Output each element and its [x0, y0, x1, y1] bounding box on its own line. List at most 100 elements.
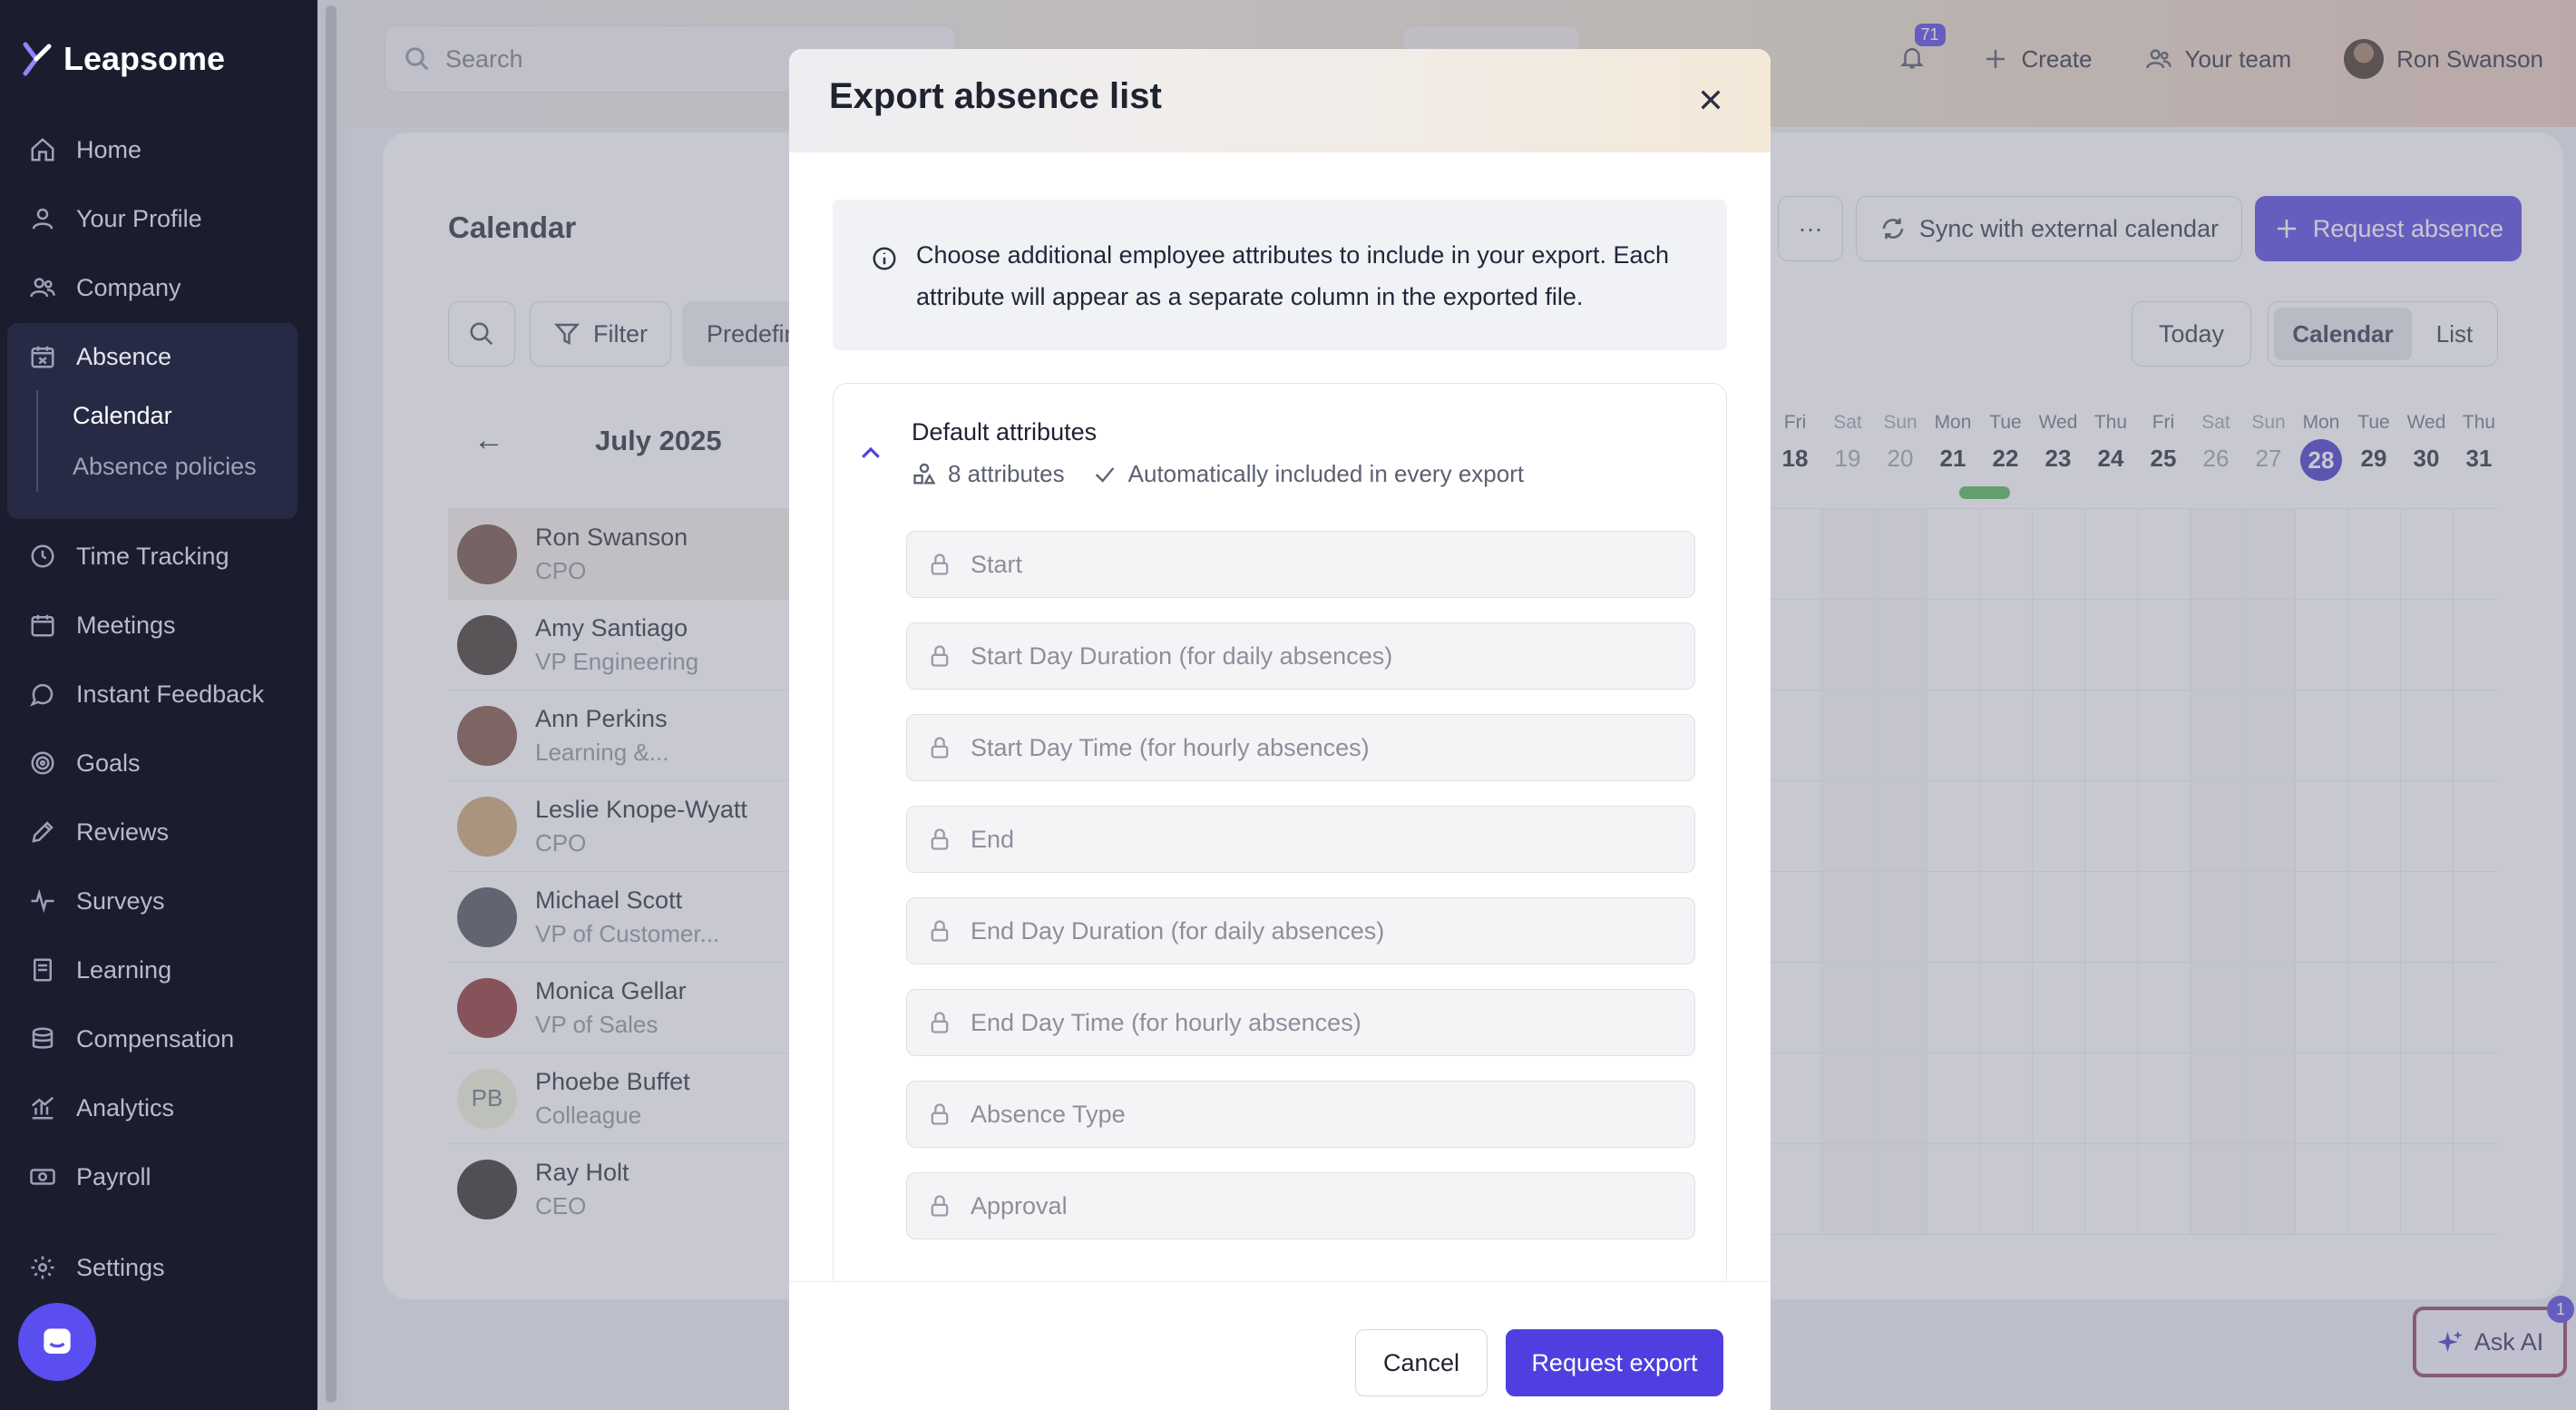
info-banner: Choose additional employee attributes to… [833, 200, 1727, 350]
chart-icon [31, 1096, 54, 1120]
sidebar-subitem-calendar[interactable]: Calendar [36, 390, 172, 441]
attribute-label: Start Day Time (for hourly absences) [971, 733, 1370, 761]
sidebar-item-home[interactable]: Home [29, 127, 141, 172]
modal-footer: Cancel Request export [789, 1281, 1771, 1410]
sidebar-item-label: Your Profile [76, 204, 202, 232]
sidebar-item-label: Payroll [76, 1162, 151, 1190]
locked-attribute-field: Start Day Time (for hourly absences) [906, 714, 1695, 781]
sidebar-item-label: Reviews [76, 818, 170, 846]
shapes-icon [913, 463, 936, 484]
sidebar: Leapsome Home Your Profile Company Absen… [0, 0, 317, 1410]
attribute-label: Absence Type [971, 1100, 1126, 1128]
attribute-label: End [971, 825, 1015, 853]
app-name: Leapsome [63, 40, 226, 77]
lock-icon [931, 553, 949, 575]
lock-icon [931, 1103, 949, 1125]
sidebar-item-label: Home [76, 135, 142, 163]
sidebar-item-label: Goals [76, 749, 141, 777]
sidebar-item-label: Surveys [76, 886, 165, 915]
sidebar-item-label: Instant Feedback [76, 680, 265, 708]
request-export-button[interactable]: Request export [1506, 1329, 1723, 1396]
sidebar-item-time-tracking[interactable]: Time Tracking [29, 534, 229, 579]
calendar-icon [31, 614, 54, 637]
lock-icon [931, 645, 949, 667]
pencil-icon [32, 821, 54, 843]
sidebar-subitem-absence-policies[interactable]: Absence policies [36, 441, 257, 492]
attribute-label: Approval [971, 1191, 1068, 1219]
modal-header: Export absence list [789, 49, 1771, 152]
leapsome-logo-icon [23, 42, 52, 76]
attribute-count: 8 attributes [912, 460, 1065, 488]
locked-attribute-field: End [906, 806, 1695, 873]
attribute-label: End Day Time (for hourly absences) [971, 1008, 1361, 1036]
sidebar-item-label: Compensation [76, 1024, 235, 1053]
sidebar-item-reviews[interactable]: Reviews [29, 809, 169, 855]
lock-icon [931, 737, 949, 759]
users-icon [30, 278, 55, 298]
chat-bubble-icon [44, 1328, 71, 1354]
cash-icon [30, 1169, 55, 1185]
collapse-toggle[interactable] [857, 440, 884, 467]
sidebar-item-label: Learning [76, 955, 172, 984]
sidebar-item-label: Time Tracking [76, 542, 229, 570]
pulse-icon [31, 888, 54, 914]
chat-icon [30, 683, 54, 707]
lock-icon [931, 1012, 949, 1033]
subitem-label: Absence policies [73, 452, 257, 480]
attribute-label: End Day Duration (for daily absences) [971, 916, 1385, 945]
locked-attribute-field: End Day Time (for hourly absences) [906, 989, 1695, 1056]
info-icon [873, 247, 896, 270]
subitem-label: Calendar [73, 401, 172, 429]
attribute-label: Start Day Duration (for daily absences) [971, 641, 1393, 670]
auto-included-note: Automatically included in every export [1092, 460, 1524, 488]
sidebar-item-analytics[interactable]: Analytics [29, 1085, 174, 1131]
lock-icon [931, 828, 949, 850]
calendar-x-icon [31, 346, 54, 368]
book-icon [34, 958, 52, 982]
info-text: Choose additional employee attributes to… [916, 241, 1669, 310]
export-absence-modal: Export absence list Choose additional em… [789, 49, 1771, 1410]
locked-attribute-field: End Day Duration (for daily absences) [906, 897, 1695, 964]
default-attributes-section: Default attributes 8 attributes Automati… [833, 383, 1727, 1317]
sidebar-item-instant-feedback[interactable]: Instant Feedback [29, 671, 264, 717]
modal-title: Export absence list [829, 76, 1162, 116]
sidebar-item-label: Settings [76, 1253, 165, 1281]
locked-attribute-field: Approval [906, 1172, 1695, 1239]
leapsome-logo[interactable]: Leapsome [22, 40, 225, 78]
check-icon [1095, 466, 1114, 483]
sidebar-item-settings[interactable]: Settings [29, 1245, 165, 1290]
cancel-button[interactable]: Cancel [1355, 1329, 1488, 1396]
sidebar-item-surveys[interactable]: Surveys [29, 878, 165, 924]
sidebar-item-compensation[interactable]: Compensation [29, 1016, 234, 1062]
sidebar-item-absence[interactable]: Absence [29, 334, 171, 379]
sidebar-item-meetings[interactable]: Meetings [29, 602, 176, 648]
home-icon [31, 138, 54, 162]
close-icon [1701, 90, 1721, 110]
close-button[interactable] [1691, 80, 1731, 120]
sidebar-item-payroll[interactable]: Payroll [29, 1154, 151, 1199]
lock-icon [931, 1195, 949, 1217]
sidebar-item-label: Analytics [76, 1093, 175, 1121]
sidebar-item-label: Company [76, 273, 181, 301]
auto-included-label: Automatically included in every export [1127, 460, 1525, 487]
sidebar-item-label: Meetings [76, 611, 176, 639]
section-meta: 8 attributes Automatically included in e… [912, 460, 1524, 488]
sidebar-item-learning[interactable]: Learning [29, 947, 171, 993]
locked-attribute-field: Start Day Duration (for daily absences) [906, 622, 1695, 690]
sidebar-item-label: Absence [76, 342, 172, 370]
locked-attribute-field: Absence Type [906, 1081, 1695, 1148]
gear-icon [31, 1256, 54, 1279]
section-title: Default attributes [912, 418, 1098, 446]
chevron-up-icon [862, 446, 880, 458]
coins-icon [32, 1027, 54, 1049]
lock-icon [931, 920, 949, 942]
attribute-label: Start [971, 550, 1023, 578]
user-icon [32, 208, 54, 230]
sidebar-item-your-profile[interactable]: Your Profile [29, 196, 202, 241]
support-chat-button[interactable] [18, 1303, 96, 1381]
target-icon [31, 751, 54, 775]
sidebar-item-goals[interactable]: Goals [29, 740, 141, 786]
sidebar-item-company[interactable]: Company [29, 265, 181, 310]
locked-attribute-field: Start [906, 531, 1695, 598]
attribute-count-label: 8 attributes [948, 460, 1065, 487]
